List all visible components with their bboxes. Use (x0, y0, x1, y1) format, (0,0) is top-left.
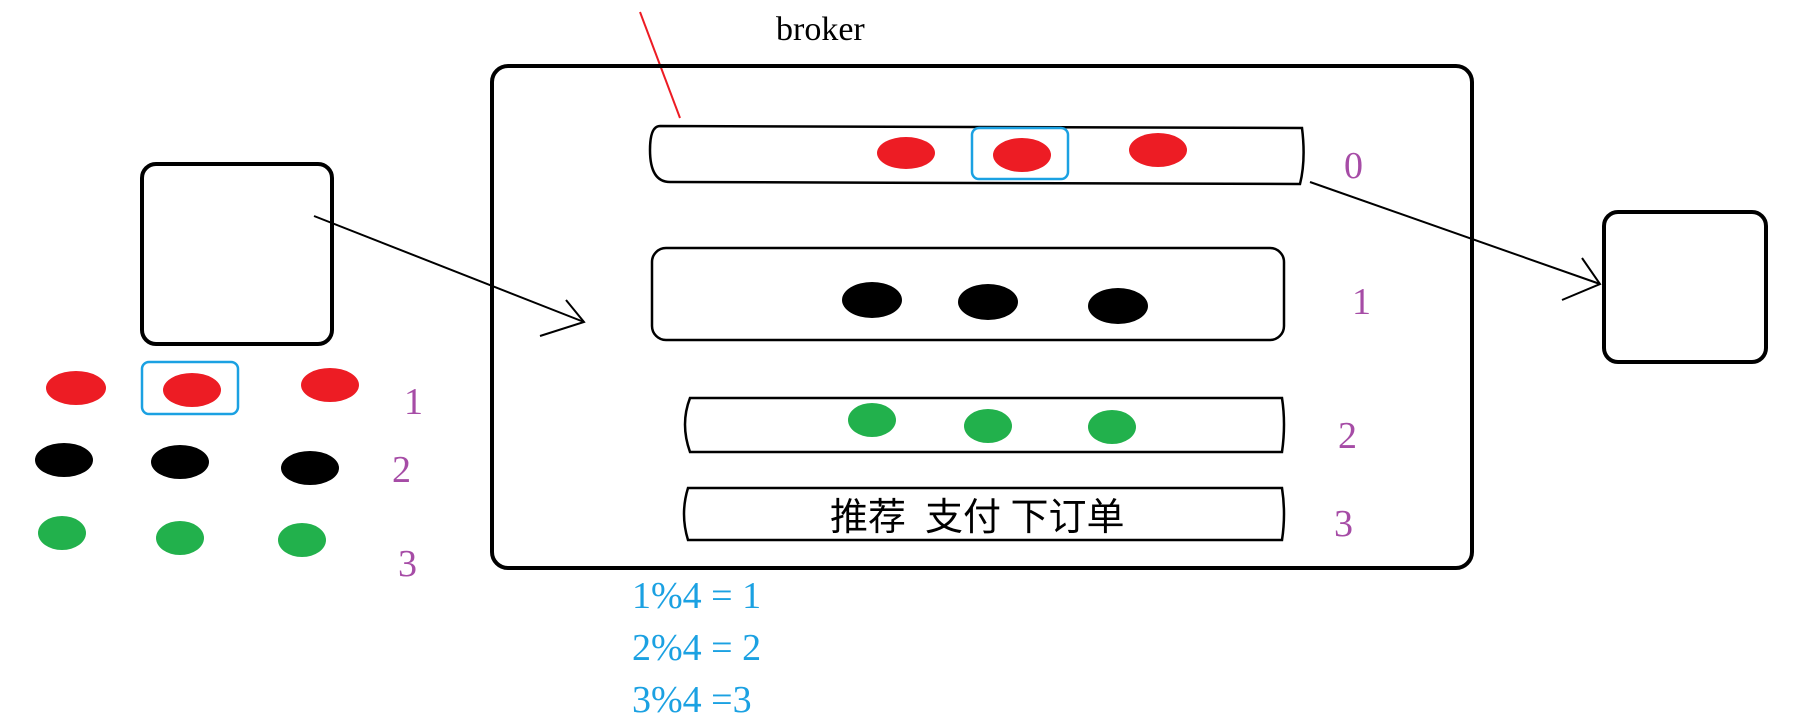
producer-group-3 (38, 516, 326, 557)
queue-0-dot (993, 138, 1051, 172)
producer-group-3-label: 3 (398, 543, 417, 585)
queue-1 (650, 246, 1286, 342)
producer-group-2 (35, 443, 339, 485)
queue-3: 推荐 支付 下订单 (682, 486, 1286, 542)
producer-dot (281, 451, 339, 485)
queue-1-dot (842, 282, 902, 318)
queue-2-dot (1088, 410, 1136, 444)
queue-2-index: 2 (1338, 415, 1357, 457)
producer-group-1 (46, 360, 359, 416)
producer-dot (278, 523, 326, 557)
queue-0-index: 0 (1344, 145, 1363, 187)
queue-2-dot (964, 409, 1012, 443)
queue-3-text: 推荐 支付 下订单 (830, 497, 1125, 539)
broker-title: broker (776, 11, 865, 48)
diagram-canvas: broker 0 1 2 推荐 支付 下订单 3 1 2 3 1%4 = 1 2… (35, 11, 1768, 714)
queue-2-dot (848, 403, 896, 437)
queue-0-dot (1129, 133, 1187, 167)
queue-0 (648, 124, 1305, 186)
queue-0-dot (877, 137, 935, 169)
broker-box-bottom-mask (620, 570, 800, 580)
producer-dot (151, 445, 209, 479)
queue-0-shape (648, 124, 1305, 186)
queue-3-index: 3 (1334, 503, 1353, 545)
queue-1-dot (958, 284, 1018, 320)
producer-dot (38, 516, 86, 550)
producer-dot (163, 373, 221, 407)
modulo-line-3: 3%4 =3 (632, 679, 752, 714)
consumer-box (1602, 210, 1768, 364)
modulo-line-1: 1%4 = 1 (632, 575, 761, 617)
producer-arrow (313, 215, 586, 337)
modulo-line-2: 2%4 = 2 (632, 627, 761, 669)
queue-1-dot (1088, 288, 1148, 324)
queue-2 (683, 396, 1286, 454)
producer-group-2-label: 2 (392, 449, 411, 491)
producer-dot (46, 371, 106, 405)
producer-dot (301, 368, 359, 402)
producer-group-1-label: 1 (404, 381, 423, 423)
producer-box (140, 162, 334, 346)
producer-dot (35, 443, 93, 477)
producer-dot (156, 521, 204, 555)
queue-1-index: 1 (1352, 281, 1371, 323)
